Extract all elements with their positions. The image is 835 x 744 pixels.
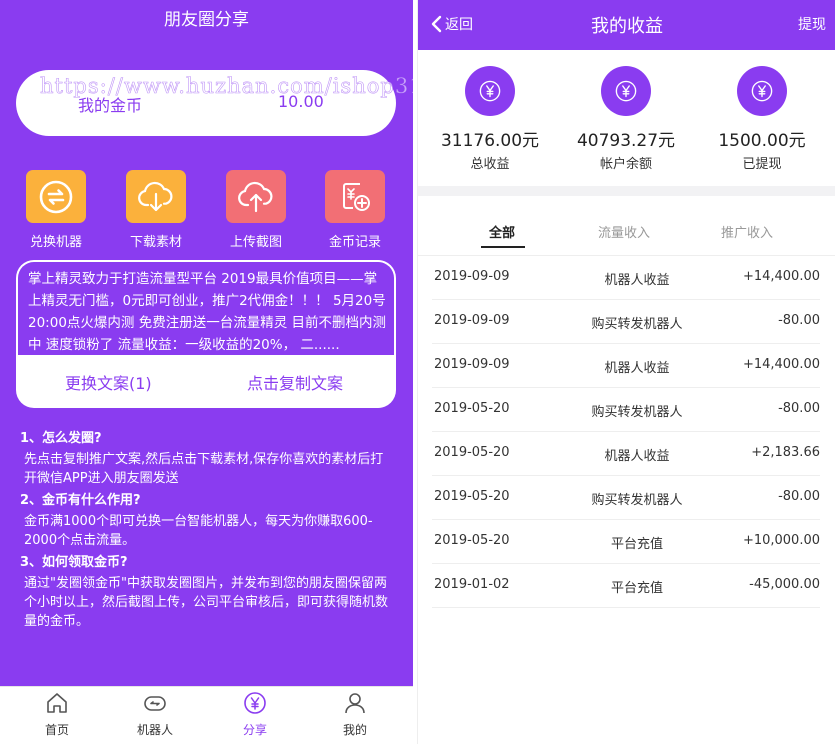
stat-withdrawn: 1500.00元 已提现 (692, 66, 832, 172)
exchange-machine-label: 兑换机器 (29, 235, 82, 250)
faq-question: 3、如何领取金币? (20, 555, 128, 570)
faq-section: 1、怎么发圈? 先点击复制推广文案,然后点击下载素材,保存你喜欢的素材后打开微信… (20, 428, 395, 633)
action-grid: 兑换机器 下载素材 上传截图 金币记录 (0, 170, 413, 250)
stat-total: 31176.00元 总收益 (420, 66, 560, 172)
stat-withdrawn-value: 1500.00元 (718, 131, 806, 151)
faq-answer: 通过"发圈领金币"中获取发圈图片，并发布到您的朋友圈保留两个小时以上，然后截图上… (24, 576, 389, 629)
faq-answer: 先点击复制推广文案,然后点击下载素材,保存你喜欢的素材后打开微信APP进入朋友圈… (24, 452, 384, 486)
record-date: 2019-09-09 (434, 357, 510, 372)
earnings-tabs: 全部 流量收入 推广收入 (418, 196, 835, 256)
record-type: 购买转发机器人 (591, 317, 683, 332)
record-amount: +10,000.00 (742, 533, 820, 548)
cloud-download-icon (126, 170, 186, 223)
record-type: 机器人收益 (604, 361, 670, 376)
coin-label: 我的金币 (78, 96, 143, 115)
record-date: 2019-01-02 (434, 577, 510, 592)
table-row: 2019-05-20 购买转发机器人 -80.00 (432, 476, 820, 520)
tab-all[interactable]: 全部 (489, 222, 515, 241)
record-type: 购买转发机器人 (591, 405, 683, 420)
table-row: 2019-05-20 平台充值 +10,000.00 (432, 520, 820, 564)
record-amount: -45,000.00 (749, 577, 820, 592)
coin-record-label: 金币记录 (328, 235, 381, 250)
record-amount: +2,183.66 (751, 445, 820, 460)
record-type: 机器人收益 (604, 449, 670, 464)
home-icon (47, 693, 67, 713)
record-amount: +14,400.00 (742, 269, 820, 284)
user-icon (345, 693, 365, 714)
yen-icon (465, 66, 515, 116)
stat-balance-value: 40793.27元 (576, 131, 676, 151)
table-row: 2019-05-20 机器人收益 +2,183.66 (432, 432, 820, 476)
record-date: 2019-05-20 (434, 489, 510, 504)
record-amount: -80.00 (778, 489, 820, 504)
tab-home[interactable]: 首页 (27, 691, 87, 738)
tab-robot[interactable]: 机器人 (125, 691, 185, 738)
section-divider (418, 186, 835, 196)
yen-icon (601, 66, 651, 116)
record-date: 2019-09-09 (434, 269, 510, 284)
promo-copy-card: 掌上精灵致力于打造流量型平台 2019最具价值项目——掌上精灵无门槛，0元即可创… (16, 260, 396, 408)
download-material-label: 下载素材 (129, 235, 182, 250)
coin-value: 10.00 (278, 92, 324, 111)
earnings-title: 我的收益 (591, 16, 663, 37)
bottom-tabbar: 首页 机器人 分享 我的 (0, 686, 413, 744)
record-type: 购买转发机器人 (591, 493, 683, 508)
download-material-button[interactable]: 下载素材 (116, 170, 196, 250)
tab-robot-label: 机器人 (136, 723, 173, 737)
faq-question: 1、怎么发圈? (20, 431, 102, 446)
table-row: 2019-09-09 机器人收益 +14,400.00 (432, 256, 820, 300)
coin-balance-card: 我的金币 10.00 (16, 70, 396, 136)
stat-total-label: 总收益 (470, 157, 510, 172)
coin-record-icon (325, 170, 385, 223)
tab-home-label: 首页 (44, 723, 69, 737)
table-row: 2019-01-02 平台充值 -45,000.00 (432, 564, 820, 608)
table-row: 2019-09-09 机器人收益 +14,400.00 (432, 344, 820, 388)
faq-question: 2、金币有什么作用? (20, 493, 141, 508)
tab-mine-label: 我的 (342, 723, 367, 737)
record-type: 机器人收益 (604, 273, 670, 288)
active-tab-indicator (481, 246, 525, 248)
record-amount: +14,400.00 (742, 357, 820, 372)
record-amount: -80.00 (778, 401, 820, 416)
tab-share-label: 分享 (242, 723, 267, 737)
table-row: 2019-05-20 购买转发机器人 -80.00 (432, 388, 820, 432)
upload-screenshot-label: 上传截图 (229, 235, 282, 250)
tab-traffic-income[interactable]: 流量收入 (598, 222, 650, 241)
earnings-header: 返回 我的收益 提现 (418, 0, 835, 50)
copy-text-button[interactable]: 点击复制文案 (247, 370, 343, 394)
withdraw-button[interactable]: 提现 (798, 14, 826, 34)
earnings-stats: 31176.00元 总收益 40793.27元 帐户余额 1500.00元 已提… (418, 66, 835, 181)
stat-withdrawn-label: 已提现 (742, 157, 782, 172)
stat-balance-label: 帐户余额 (599, 157, 652, 172)
yen-share-icon (244, 692, 266, 714)
yen-icon (737, 66, 787, 116)
stat-balance: 40793.27元 帐户余额 (556, 66, 696, 172)
faq-answer: 金币满1000个即可兑换一台智能机器人，每天为你赚取600-2000个点击流量。 (24, 514, 373, 548)
record-date: 2019-05-20 (434, 445, 510, 460)
page-title: 朋友圈分享 (164, 10, 249, 30)
robot-icon (144, 696, 166, 711)
record-date: 2019-05-20 (434, 533, 510, 548)
record-type: 平台充值 (610, 537, 663, 552)
tab-promo-income[interactable]: 推广收入 (721, 222, 773, 241)
tab-share[interactable]: 分享 (225, 691, 285, 738)
record-date: 2019-09-09 (434, 313, 510, 328)
exchange-icon (26, 170, 86, 223)
record-amount: -80.00 (778, 313, 820, 328)
share-panel: 朋友圈分享 我的金币 10.00 https://www.huzhan.com/… (0, 0, 413, 744)
earnings-records: 2019-09-09 机器人收益 +14,400.00 2019-09-09 购… (418, 256, 835, 608)
upload-screenshot-button[interactable]: 上传截图 (216, 170, 296, 250)
cloud-upload-icon (226, 170, 286, 223)
change-copy-button[interactable]: 更换文案(1) (65, 370, 152, 394)
record-date: 2019-05-20 (434, 401, 510, 416)
coin-record-button[interactable]: 金币记录 (315, 170, 395, 250)
tab-mine[interactable]: 我的 (325, 691, 385, 738)
earnings-panel: 返回 我的收益 提现 31176.00元 总收益 40793.27元 帐户余额 … (417, 0, 835, 744)
stat-total-value: 31176.00元 (440, 131, 540, 151)
exchange-machine-button[interactable]: 兑换机器 (16, 170, 96, 250)
record-type: 平台充值 (610, 581, 663, 596)
promo-copy-text: 掌上精灵致力于打造流量型平台 2019最具价值项目——掌上精灵无门槛，0元即可创… (18, 262, 394, 355)
table-row: 2019-09-09 购买转发机器人 -80.00 (432, 300, 820, 344)
